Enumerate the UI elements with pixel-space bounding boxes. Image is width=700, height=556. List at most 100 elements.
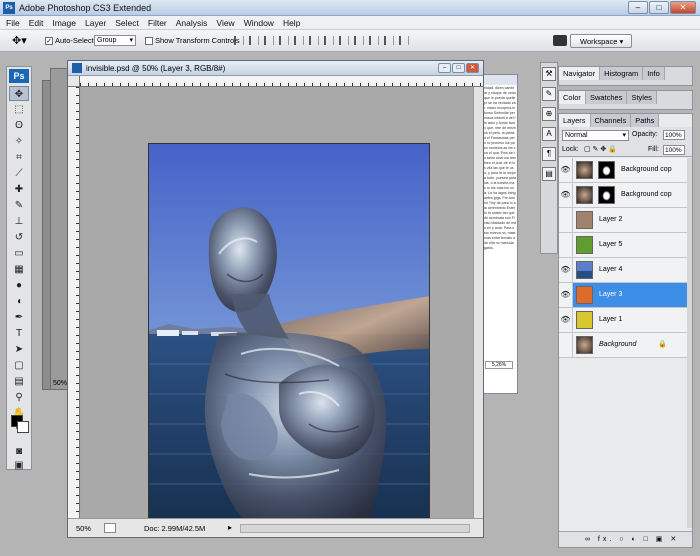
horizontal-ruler[interactable]: [80, 76, 483, 87]
path-selection-tool[interactable]: ➤: [9, 342, 29, 357]
crop-tool[interactable]: ⌗: [9, 150, 29, 165]
status-icon[interactable]: [104, 523, 116, 533]
lasso-tool[interactable]: ʘ: [9, 118, 29, 133]
canvas-image[interactable]: [148, 143, 430, 521]
document-window[interactable]: invisible.psd @ 50% (Layer 3, RGB/8#) – …: [67, 60, 484, 538]
menu-view[interactable]: View: [216, 18, 234, 28]
blend-mode-dropdown[interactable]: Normal: [562, 130, 629, 141]
lock-icons[interactable]: ▢ ✎ ✥ 🔒: [584, 145, 617, 153]
background-color-swatch[interactable]: [17, 421, 29, 433]
notes-tool[interactable]: ▤: [9, 374, 29, 389]
align-vcenter-icon[interactable]: [249, 36, 259, 45]
layer-comps-icon[interactable]: ▤: [542, 167, 556, 181]
canvas-pasteboard[interactable]: [81, 88, 473, 521]
vertical-ruler[interactable]: [68, 87, 80, 519]
brushes-icon[interactable]: ✎: [542, 87, 556, 101]
menu-file[interactable]: File: [6, 18, 20, 28]
status-menu-arrow[interactable]: ▸: [228, 523, 232, 532]
tab-styles[interactable]: Styles: [627, 91, 657, 104]
distribute-right-icon[interactable]: [399, 36, 409, 45]
screen-mode-icon[interactable]: ▣: [9, 458, 29, 473]
blur-tool[interactable]: ●: [9, 278, 29, 293]
fill-input[interactable]: 100%: [663, 145, 685, 155]
tool-presets-icon[interactable]: ⚒: [542, 67, 556, 81]
ruler-origin[interactable]: [68, 76, 80, 87]
tab-swatches[interactable]: Swatches: [585, 91, 628, 104]
menu-image[interactable]: Image: [52, 18, 76, 28]
maximize-button[interactable]: □: [649, 1, 669, 14]
history-brush-tool[interactable]: ↺: [9, 230, 29, 245]
clone-source-icon[interactable]: ⊕: [542, 107, 556, 121]
move-tool[interactable]: ✥: [9, 86, 29, 101]
distribute-bottom-icon[interactable]: [354, 36, 364, 45]
type-tool[interactable]: T: [9, 326, 29, 341]
layer-row-layer-4[interactable]: 👁 Layer 4: [559, 258, 687, 283]
menu-select[interactable]: Select: [115, 18, 139, 28]
menu-layer[interactable]: Layer: [85, 18, 106, 28]
layer-row-layer-1[interactable]: 👁 Layer 1: [559, 308, 687, 333]
layer-row-layer-2[interactable]: Layer 2: [559, 208, 687, 233]
visibility-eye-icon[interactable]: 👁: [559, 158, 573, 182]
healing-brush-tool[interactable]: ✚: [9, 182, 29, 197]
move-tool-icon[interactable]: ✥▾: [12, 34, 27, 47]
minimize-button[interactable]: –: [628, 1, 648, 14]
visibility-eye-icon[interactable]: 👁: [559, 183, 573, 207]
gradient-tool[interactable]: ▦: [9, 262, 29, 277]
close-button[interactable]: ✕: [670, 1, 696, 14]
layer-row-background-copy-2[interactable]: 👁 Background cop: [559, 158, 687, 183]
workspace-button[interactable]: Workspace ▾: [570, 34, 632, 48]
slice-tool[interactable]: ⟋: [9, 166, 29, 181]
brush-tool[interactable]: ✎: [9, 198, 29, 213]
visibility-off-icon[interactable]: [559, 333, 573, 357]
eyedropper-tool[interactable]: ⚲: [9, 390, 29, 405]
distribute-top-icon[interactable]: [324, 36, 334, 45]
marquee-tool[interactable]: ⬚: [9, 102, 29, 117]
layers-footer-buttons[interactable]: ∞ fx. ○ ◐ □ ▣ ✕: [559, 531, 692, 547]
magic-wand-tool[interactable]: ✧: [9, 134, 29, 149]
menu-analysis[interactable]: Analysis: [176, 18, 208, 28]
tab-channels[interactable]: Channels: [590, 114, 632, 127]
document-maximize-button[interactable]: □: [452, 63, 465, 73]
show-transform-checkbox[interactable]: [145, 37, 153, 45]
vertical-scrollbar[interactable]: [473, 87, 483, 519]
document-close-button[interactable]: ✕: [466, 63, 479, 73]
tab-navigator[interactable]: Navigator: [559, 67, 601, 80]
visibility-eye-icon[interactable]: 👁: [559, 308, 573, 332]
text-document-zoom[interactable]: 5,26%: [485, 361, 513, 369]
tab-color[interactable]: Color: [559, 91, 586, 104]
visibility-off-icon[interactable]: [559, 208, 573, 232]
distribute-left-icon[interactable]: [369, 36, 379, 45]
auto-select-dropdown[interactable]: Group: [94, 35, 136, 46]
align-hcenter-icon[interactable]: [294, 36, 304, 45]
distribute-vcenter-icon[interactable]: [339, 36, 349, 45]
menu-edit[interactable]: Edit: [29, 18, 44, 28]
workspace-icon[interactable]: [553, 35, 567, 46]
align-top-icon[interactable]: [234, 36, 244, 45]
text-document-window[interactable]: rtidad. dicen cambiar y stoque de ondo q…: [482, 74, 518, 394]
horizontal-scrollbar[interactable]: [240, 524, 470, 533]
pen-tool[interactable]: ✒: [9, 310, 29, 325]
tab-layers[interactable]: Layers: [559, 114, 591, 127]
visibility-eye-icon[interactable]: 👁: [559, 283, 573, 307]
opacity-input[interactable]: 100%: [663, 130, 685, 140]
zoom-level[interactable]: 50%: [76, 524, 91, 533]
visibility-eye-icon[interactable]: 👁: [559, 258, 573, 282]
menu-help[interactable]: Help: [283, 18, 300, 28]
layer-row-layer-3[interactable]: 👁 Layer 3: [559, 283, 687, 308]
tab-info[interactable]: Info: [643, 67, 665, 80]
document-minimize-button[interactable]: –: [438, 63, 451, 73]
layer-row-background-copy[interactable]: 👁 Background cop: [559, 183, 687, 208]
layer-row-layer-5[interactable]: Layer 5: [559, 233, 687, 258]
layer-row-background[interactable]: Background 🔒: [559, 333, 687, 358]
menu-window[interactable]: Window: [244, 18, 274, 28]
align-right-icon[interactable]: [309, 36, 319, 45]
document-title-bar[interactable]: invisible.psd @ 50% (Layer 3, RGB/8#) – …: [68, 61, 483, 76]
tab-histogram[interactable]: Histogram: [600, 67, 644, 80]
shape-tool[interactable]: ▢: [9, 358, 29, 373]
paragraph-icon[interactable]: ¶: [542, 147, 556, 161]
quick-mask-icon[interactable]: ◙: [9, 444, 29, 459]
align-bottom-icon[interactable]: [264, 36, 274, 45]
tab-paths[interactable]: Paths: [631, 114, 660, 127]
layer-mask-thumbnail[interactable]: [598, 161, 615, 179]
layer-mask-thumbnail[interactable]: [598, 186, 615, 204]
